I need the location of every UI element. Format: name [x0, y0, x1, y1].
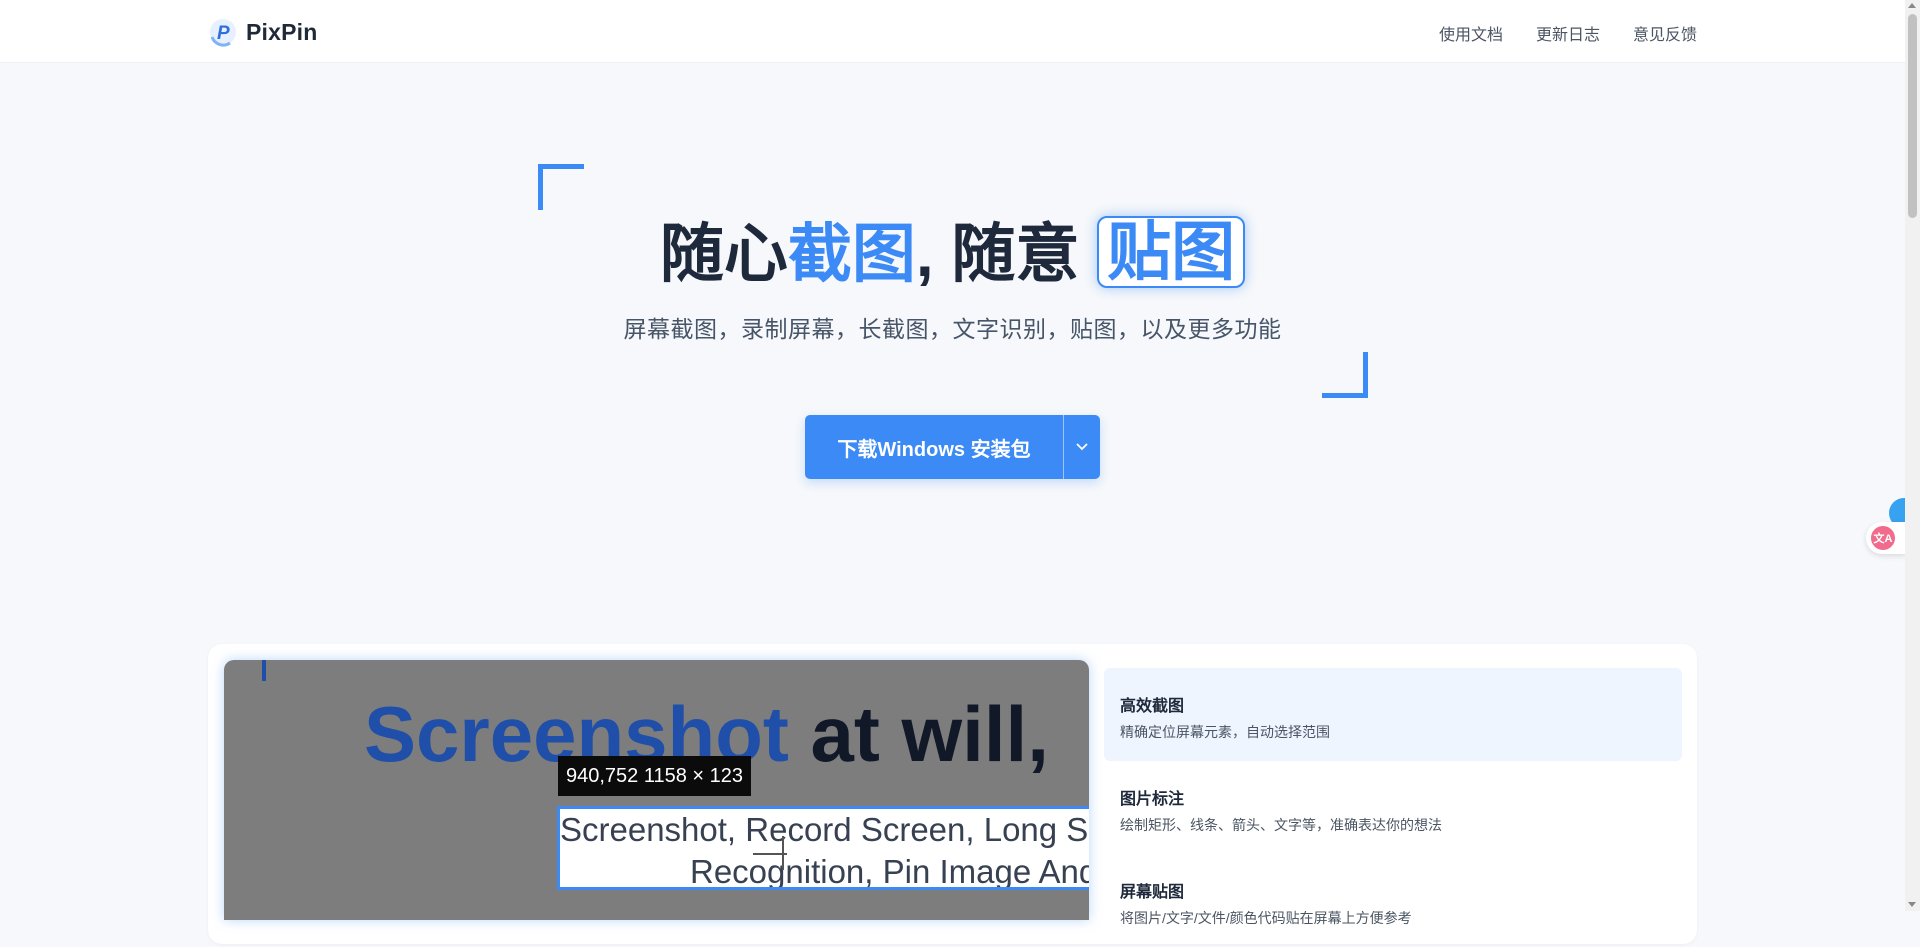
translate-icon: 文A — [1871, 526, 1895, 550]
translate-widget[interactable]: 文A — [1866, 522, 1906, 554]
top-header: P PixPin 使用文档 更新日志 意见反馈 — [0, 0, 1905, 63]
hero-title-part4: 贴图 — [1097, 216, 1246, 288]
scrollbar-thumb[interactable] — [1908, 14, 1917, 218]
scroll-down-arrow-icon[interactable] — [1908, 902, 1916, 907]
download-button-group: 下载Windows 安装包 — [805, 415, 1100, 479]
feature-title: 屏幕贴图 — [1120, 884, 1185, 901]
hero-title: 随心截图, 随意 贴图 — [0, 214, 1905, 294]
nav-feedback[interactable]: 意见反馈 — [1633, 21, 1697, 45]
feature-desc: 精确定位屏幕元素，自动选择范围 — [1120, 724, 1330, 740]
demo-title-rest: at will, — [788, 690, 1049, 778]
hero-title-part2: 截图 — [787, 218, 916, 290]
feature-desc: 将图片/文字/文件/颜色代码贴在屏幕上方便参考 — [1120, 910, 1412, 926]
feature-title: 图片标注 — [1120, 791, 1185, 808]
demo-selection-text: Screenshot, Record Screen, Long S Recogn… — [560, 809, 1089, 890]
chevron-down-icon — [1076, 443, 1088, 451]
svg-text:P: P — [217, 23, 230, 44]
logo[interactable]: P PixPin — [208, 17, 318, 47]
nav-docs[interactable]: 使用文档 — [1439, 21, 1503, 45]
main-nav: 使用文档 更新日志 意见反馈 — [1439, 21, 1697, 45]
demo-preview: Screenshot at will, 940,752 1158 × 123 S… — [224, 660, 1089, 920]
hero-corner-top-left — [538, 164, 584, 210]
logo-text: PixPin — [246, 18, 318, 45]
demo-selection-box: Screenshot, Record Screen, Long S Recogn… — [557, 806, 1089, 890]
feature-item-screenshot[interactable]: 高效截图 精确定位屏幕元素，自动选择范围 — [1104, 668, 1682, 761]
scroll-up-arrow-icon[interactable] — [1908, 3, 1916, 8]
feature-desc: 绘制矩形、线条、箭头、文字等，准确表达你的想法 — [1120, 817, 1442, 833]
hero-subtitle: 屏幕截图，录制屏幕，长截图，文字识别，贴图，以及更多功能 — [623, 316, 1282, 342]
demo-selection-line1: Screenshot, Record Screen, Long S — [560, 811, 1089, 848]
feature-list: 高效截图 精确定位屏幕元素，自动选择范围 图片标注 绘制矩形、线条、箭头、文字等… — [1104, 668, 1682, 947]
demo-corner-mark — [262, 660, 266, 681]
crosshair-vertical — [782, 836, 784, 870]
demo-selection-line2: Recognition, Pin Image And — [690, 853, 1089, 890]
nav-changelog[interactable]: 更新日志 — [1536, 21, 1600, 45]
download-windows-button[interactable]: 下载Windows 安装包 — [805, 415, 1063, 479]
demo-coordinate-tooltip: 940,752 1158 × 123 — [558, 756, 752, 796]
feature-item-annotate[interactable]: 图片标注 绘制矩形、线条、箭头、文字等，准确表达你的想法 — [1104, 761, 1682, 854]
pixpin-logo-icon: P — [208, 17, 238, 47]
hero-title-part1: 随心 — [659, 218, 788, 290]
feature-item-pin[interactable]: 屏幕贴图 将图片/文字/文件/颜色代码贴在屏幕上方便参考 — [1104, 854, 1682, 947]
hero-corner-bottom-right — [1322, 352, 1368, 398]
feature-title: 高效截图 — [1120, 698, 1185, 715]
hero-title-part3: , 随意 — [915, 218, 1098, 290]
download-options-button[interactable] — [1064, 415, 1100, 479]
